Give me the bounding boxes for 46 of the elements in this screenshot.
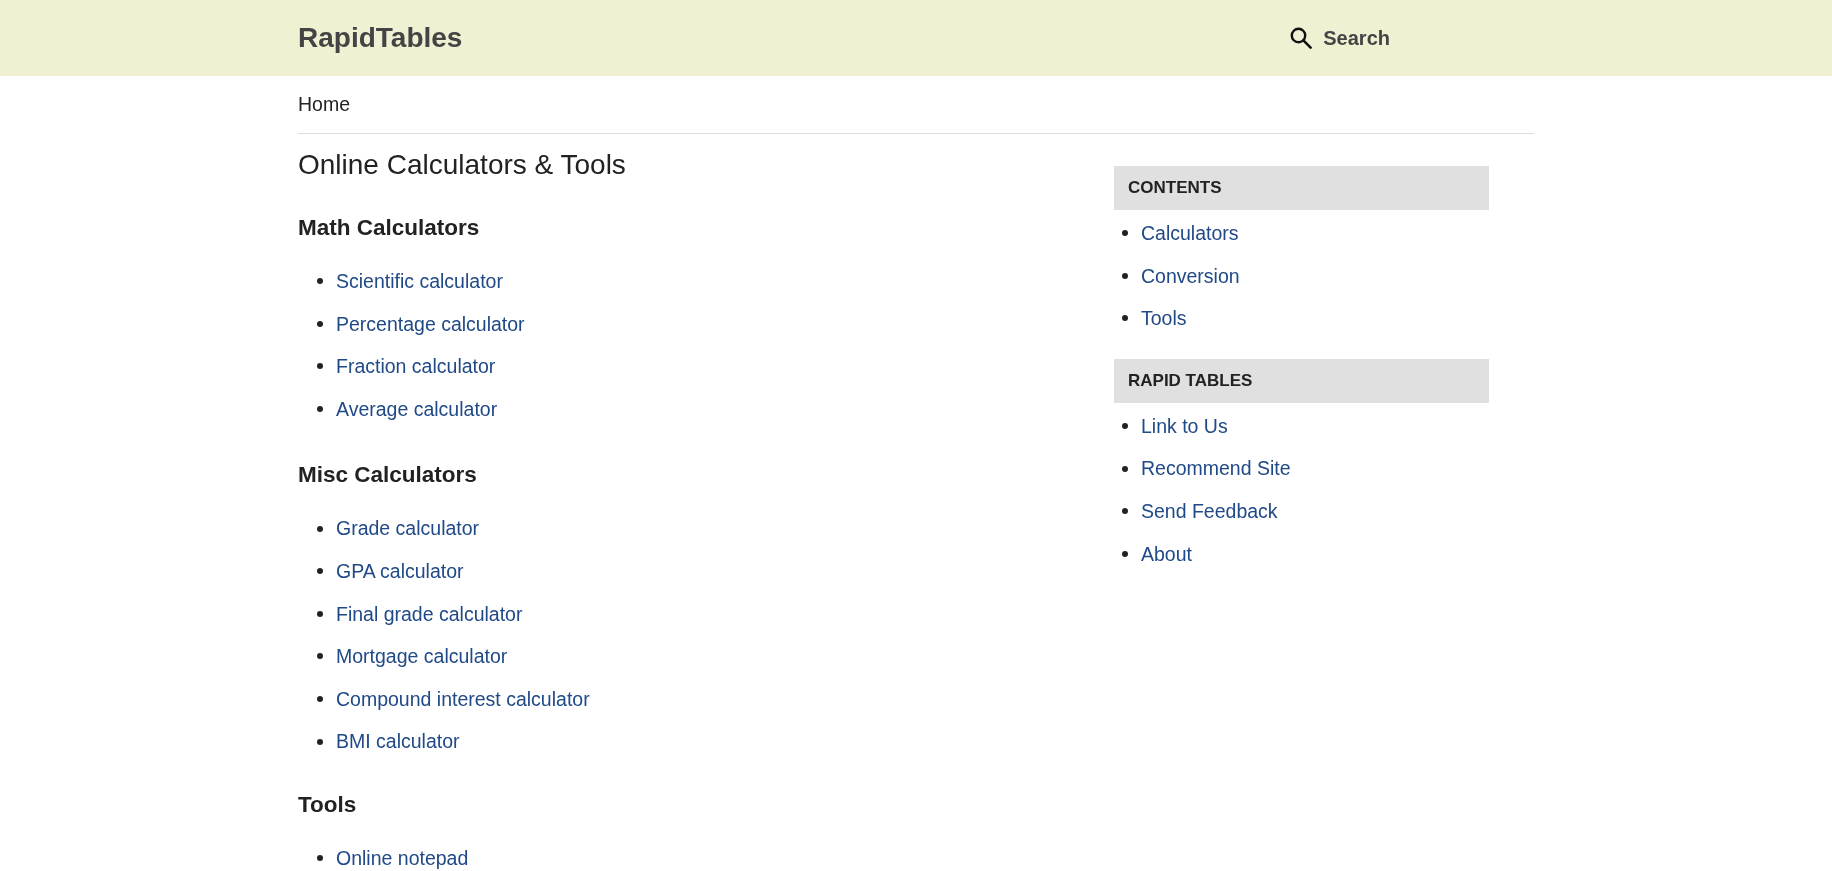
bullet-icon (1122, 508, 1128, 515)
bullet-icon (317, 568, 323, 575)
sidebar-link[interactable]: About (1141, 542, 1192, 566)
page-link[interactable]: Fraction calculator (336, 355, 496, 378)
bullet-icon (317, 696, 323, 703)
bullet-icon (317, 406, 323, 413)
bullet-icon (317, 610, 323, 617)
sidebar-heading: RAPID TABLES (1114, 358, 1489, 403)
section-heading: Misc Calculators (298, 461, 478, 490)
sidebar-heading: CONTENTS (1114, 166, 1489, 210)
bullet-icon (1122, 550, 1128, 557)
site-logo[interactable]: RapidTables (298, 21, 463, 55)
sidebar-link[interactable]: Conversion (1141, 264, 1240, 288)
bullet-icon (317, 855, 323, 862)
page-link[interactable]: Grade calculator (336, 517, 480, 540)
page-link[interactable]: Mortgage calculator (336, 645, 508, 668)
page-link[interactable]: GPA calculator (336, 559, 464, 583)
section-heading: Tools (298, 790, 358, 819)
search-button[interactable]: Search (1286, 22, 1394, 54)
page-link[interactable]: Scientific calculator (336, 270, 503, 293)
bullet-icon (317, 738, 323, 745)
page-title: Online Calculators & Tools (298, 148, 627, 182)
page-link[interactable]: Online notepad (336, 846, 469, 870)
sidebar-link[interactable]: Tools (1141, 307, 1187, 330)
bullet-icon (1122, 465, 1128, 472)
breadcrumb-link[interactable]: Home (298, 93, 351, 115)
bullet-icon (1122, 423, 1128, 430)
page-link[interactable]: Percentage calculator (336, 312, 525, 336)
sidebar-link[interactable]: Calculators (1141, 222, 1239, 245)
bullet-icon (1122, 272, 1128, 279)
bullet-icon (317, 525, 323, 532)
page-link[interactable]: Average calculator (336, 397, 498, 421)
sidebar-link[interactable]: Link to Us (1141, 414, 1228, 438)
bullet-icon (317, 278, 323, 285)
bullet-icon (1122, 315, 1128, 322)
page-link[interactable]: Final grade calculator (336, 602, 523, 626)
bullet-icon (317, 320, 323, 327)
bullet-icon (1122, 230, 1128, 237)
sidebar-link[interactable]: Send Feedback (1141, 499, 1278, 523)
bullet-icon (317, 653, 323, 660)
page-link[interactable]: BMI calculator (336, 730, 460, 753)
bullet-icon (317, 363, 323, 370)
sidebar-link[interactable]: Recommend Site (1141, 457, 1291, 480)
search-icon (1290, 27, 1313, 49)
page-link[interactable]: Compound interest calculator (336, 687, 590, 711)
section-heading: Math Calculators (298, 214, 481, 242)
